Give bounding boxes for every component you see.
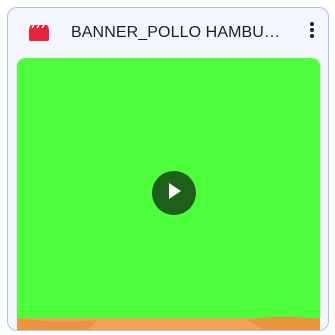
video-thumbnail[interactable] [17, 58, 320, 330]
file-card-header: BANNER_POLLO HAMBURG... [8, 8, 328, 58]
file-name[interactable]: BANNER_POLLO HAMBURG... [71, 21, 286, 45]
video-clapper-icon [29, 24, 49, 41]
thumbnail-bottom-strip [17, 316, 320, 330]
file-card[interactable]: BANNER_POLLO HAMBURG... [7, 7, 329, 331]
play-icon [166, 182, 182, 205]
play-button[interactable] [152, 171, 196, 215]
more-vert-icon [309, 21, 315, 44]
more-options-button[interactable] [299, 19, 325, 45]
